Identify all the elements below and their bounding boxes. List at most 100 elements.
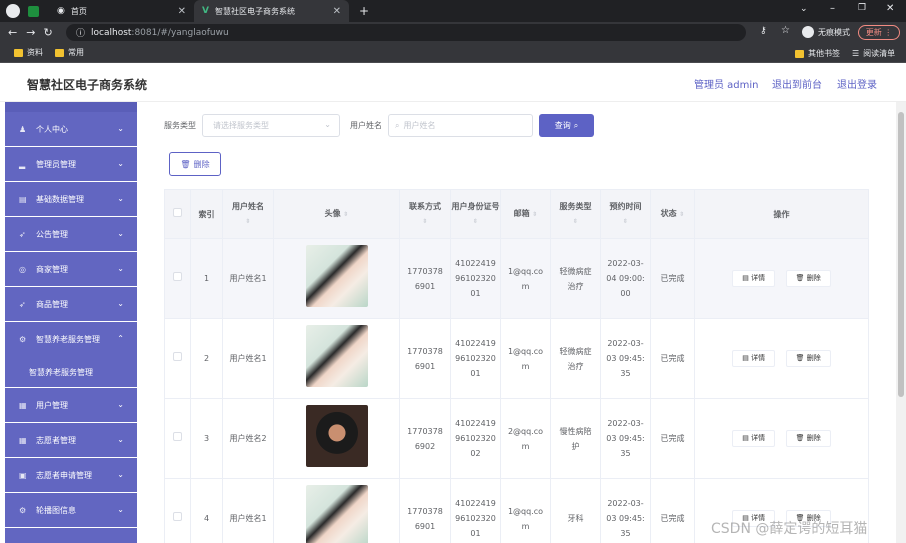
maximize-icon[interactable]: ❐ [858, 3, 866, 13]
url-field[interactable]: ⓘ localhost:8081/#/yanglaofuwu [66, 24, 746, 41]
delete-button[interactable]: 🗑 删除 [785, 270, 831, 287]
sort-icon[interactable]: ⇳ [400, 214, 450, 229]
detail-button[interactable]: ▤ 详情 [732, 270, 776, 287]
col-time[interactable]: 预约时间 ⇳ [600, 189, 651, 239]
col-status[interactable]: 状态 ⇳ [650, 189, 695, 239]
sort-icon[interactable]: ⇳ [532, 211, 537, 218]
back-icon[interactable]: ← [8, 26, 17, 39]
reload-icon[interactable]: ↻ [43, 26, 52, 39]
forward-icon[interactable]: → [26, 26, 35, 39]
new-tab-icon[interactable]: + [359, 4, 369, 18]
table-header-row: 索引 用户姓名 ⇳ 头像 ⇳ 联系方式 ⇳ 用户身份证号 ⇳ 邮箱 ⇳ 服务类型 ⇳ 预… [164, 189, 869, 239]
update-button[interactable]: 更新 ⋮ [858, 25, 900, 40]
doc-icon: ▦ [19, 400, 27, 410]
sort-icon[interactable]: ⇳ [601, 214, 650, 229]
minimize-icon[interactable]: – [830, 3, 835, 14]
sidebar-item-volunteer-apply[interactable]: ▣ 志愿者申请管理 ⌄ [5, 458, 137, 493]
chevron-down-icon: ⌄ [117, 194, 124, 203]
page-scrollbar[interactable] [896, 102, 906, 543]
other-bookmarks[interactable]: 其他书签 [795, 48, 840, 59]
delete-button[interactable]: 🗑 删除 [785, 430, 831, 447]
sort-icon[interactable]: ⇳ [451, 214, 500, 229]
sidebar-item-basic-data[interactable]: ▤ 基础数据管理 ⌄ [5, 182, 137, 217]
folder-icon [795, 49, 804, 58]
row-select[interactable] [164, 478, 191, 543]
address-bar-row: ← → ↻ ⓘ localhost:8081/#/yanglaofuwu ⚷ ☆… [0, 22, 906, 43]
col-service-label: 服务类型 [559, 202, 592, 211]
sort-icon[interactable]: ⇳ [223, 214, 273, 229]
detail-button[interactable]: ▤ 详情 [732, 350, 776, 367]
sort-icon[interactable]: ⇳ [551, 214, 600, 229]
sidebar-item-users[interactable]: ▦ 用户管理 ⌄ [5, 388, 137, 423]
logout-link[interactable]: 退出登录 [837, 76, 877, 91]
user-icon: ♟ [19, 124, 27, 134]
col-email[interactable]: 邮箱 ⇳ [500, 189, 551, 239]
service-type-select[interactable]: 请选择服务类型 ⌄ [202, 114, 340, 137]
bookmark-folder[interactable]: 常用 [55, 47, 84, 58]
app-title: 智慧社区电子商务系统 [27, 78, 148, 92]
sidebar-item-elderly-service[interactable]: ⚙ 智慧养老服务管理 ⌃ [5, 322, 137, 357]
delete-button[interactable]: 🗑 删除 [785, 350, 831, 367]
chevron-down-icon: ⌄ [117, 299, 124, 308]
row-checkbox[interactable] [173, 432, 182, 441]
col-phone[interactable]: 联系方式 ⇳ [399, 189, 451, 239]
bookmarks-bar: 资料 常用 其他书签 ☰ 阅读清单 [0, 43, 906, 63]
batch-delete-button[interactable]: 🗑 删除 [169, 152, 221, 176]
search-form: 服务类型 请选择服务类型 ⌄ 用户姓名 ⌕ 用户姓名 查询 ⌕ [164, 114, 594, 137]
detail-label: 详情 [751, 274, 766, 282]
star-icon[interactable]: ☆ [781, 25, 790, 36]
row-checkbox[interactable] [173, 352, 182, 361]
tab-search-icon[interactable]: ⌄ [800, 4, 808, 14]
sidebar-item-merchant[interactable]: ◎ 商家管理 ⌄ [5, 252, 137, 287]
search-icon: ⌕ [573, 120, 579, 130]
sidebar-item-volunteers[interactable]: ▦ 志愿者管理 ⌄ [5, 423, 137, 458]
bookmark-folder[interactable]: 资料 [14, 47, 43, 58]
sidebar-item-personal-center[interactable]: ♟ 个人中心 ⌄ [5, 112, 137, 147]
sidebar-item-goods[interactable]: ➶ 商品管理 ⌄ [5, 287, 137, 322]
close-icon[interactable]: ✕ [178, 6, 186, 17]
search-icon: ⌕ [395, 120, 400, 130]
sidebar-item-admin[interactable]: ▂ 管理员管理 ⌄ [5, 147, 137, 182]
table-row[interactable]: 2 用户姓名1 17703786901 410224199610232001 1… [164, 318, 869, 399]
admin-user-label[interactable]: 管理员 admin [694, 76, 759, 91]
col-avatar[interactable]: 头像 ⇳ [273, 189, 400, 239]
select-all-checkbox[interactable] [173, 207, 182, 217]
window-close-icon[interactable]: ✕ [886, 3, 894, 14]
sidebar-item-notice[interactable]: ➶ 公告管理 ⌄ [5, 217, 137, 252]
extension-icon[interactable] [28, 5, 39, 17]
bank-icon: ▤ [19, 194, 27, 204]
service-type-placeholder: 请选择服务类型 [213, 121, 269, 130]
key-icon[interactable]: ⚷ [760, 26, 767, 36]
row-select[interactable] [164, 238, 191, 319]
close-icon[interactable]: ✕ [333, 6, 341, 17]
sort-icon[interactable]: ⇳ [343, 211, 348, 218]
tab-active[interactable]: V 智慧社区电子商务系统 ✕ [194, 0, 349, 22]
tab-home[interactable]: ◉ 首页 ✕ [49, 0, 194, 22]
cell-service: 慢性病陪护 [550, 398, 601, 479]
detail-button[interactable]: ▤ 详情 [732, 430, 776, 447]
chrome-icon[interactable] [6, 4, 20, 18]
cell-time: 2022-03-03 09:45:35 [600, 398, 651, 479]
row-select[interactable] [164, 318, 191, 399]
row-checkbox[interactable] [173, 272, 182, 281]
table-row[interactable]: 3 用户姓名2 17703786902 410224199610232002 2… [164, 398, 869, 479]
sidebar-item-carousel[interactable]: ⚙ 轮播图信息 ⌄ [5, 493, 137, 528]
select-all-header[interactable] [164, 189, 191, 239]
username-input[interactable]: ⌕ 用户姓名 [388, 114, 533, 137]
submenu-elderly-service[interactable]: 智慧养老服务管理 [5, 357, 137, 388]
col-idcard[interactable]: 用户身份证号 ⇳ [450, 189, 501, 239]
doc-icon: ▤ [742, 354, 749, 362]
sort-icon[interactable]: ⇳ [679, 211, 684, 218]
col-name[interactable]: 用户姓名 ⇳ [222, 189, 274, 239]
table-row[interactable]: 1 用户姓名1 17703786901 410224199610232001 1… [164, 238, 869, 319]
cell-avatar [273, 478, 400, 543]
query-button[interactable]: 查询 ⌕ [539, 114, 594, 137]
row-checkbox[interactable] [173, 512, 182, 521]
cell-index: 1 [190, 238, 223, 319]
col-service[interactable]: 服务类型 ⇳ [550, 189, 601, 239]
back-to-front-link[interactable]: 退出到前台 [772, 76, 822, 91]
cell-idcard: 410224199610232002 [450, 398, 501, 479]
row-select[interactable] [164, 398, 191, 479]
scrollbar-thumb[interactable] [898, 112, 904, 397]
reading-list[interactable]: ☰ 阅读清单 [852, 48, 895, 59]
